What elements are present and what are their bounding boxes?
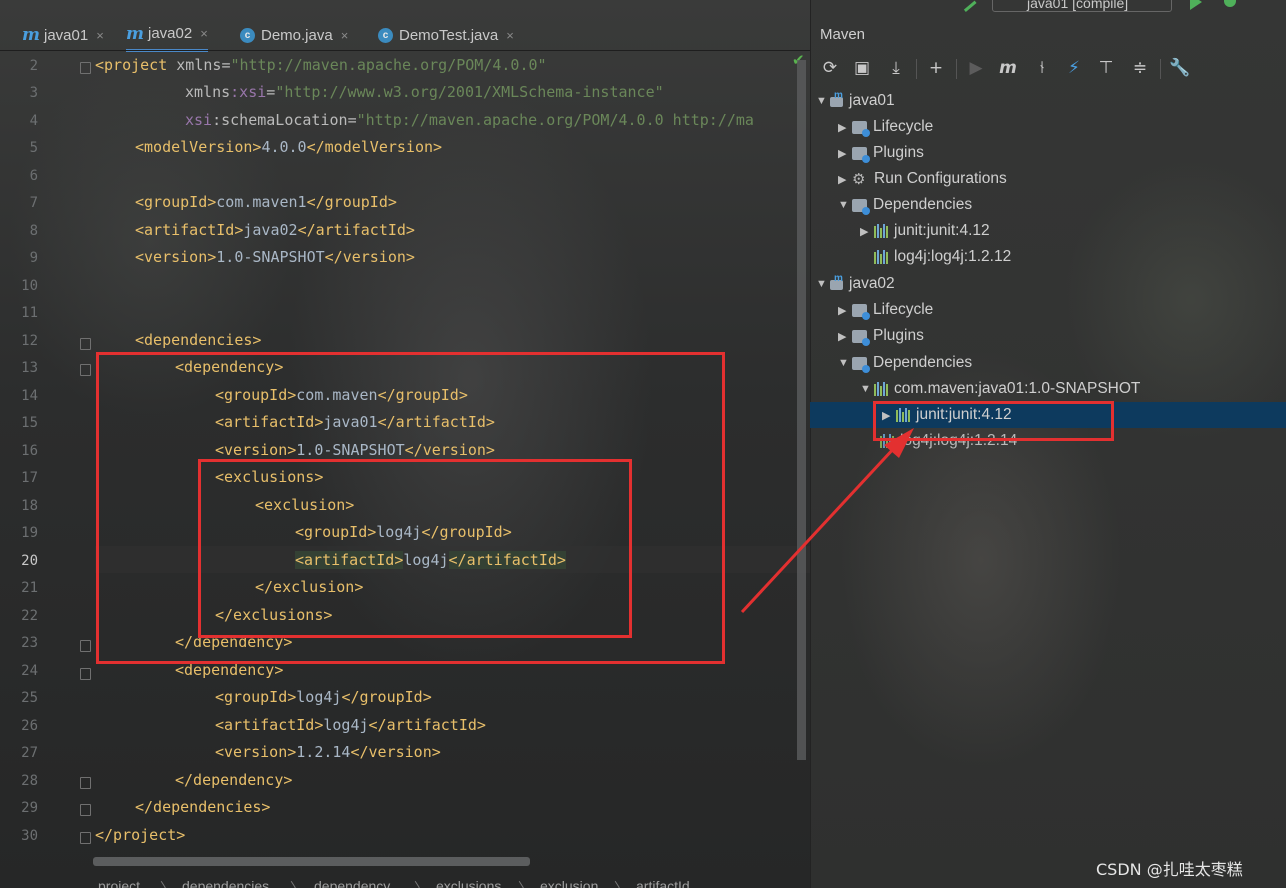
watermark: CSDN @扎哇太枣糕 [1096, 860, 1243, 879]
annotation-arrow [740, 428, 914, 614]
annotation-arrow-line [740, 444, 898, 614]
